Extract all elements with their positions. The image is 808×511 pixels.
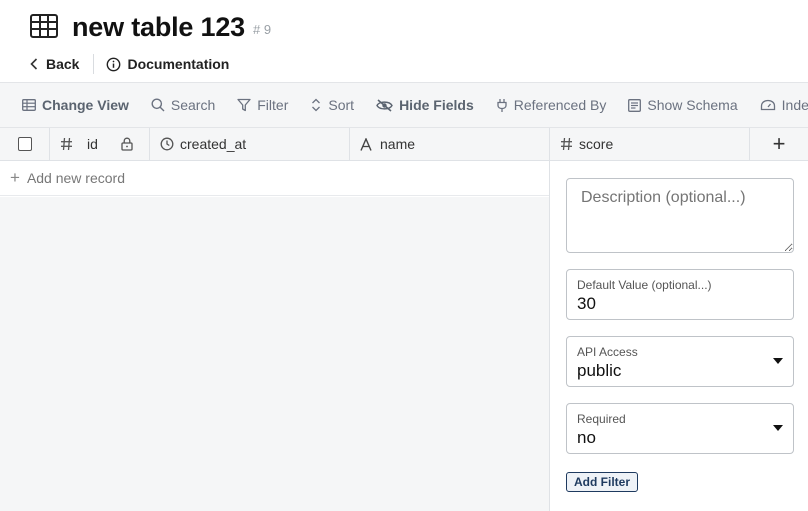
back-label: Back xyxy=(46,56,80,72)
add-filter-button[interactable]: Add Filter xyxy=(566,472,638,492)
grid-body xyxy=(0,197,549,511)
text-icon xyxy=(360,137,374,151)
column-label-name: name xyxy=(380,136,416,152)
filter-icon xyxy=(237,98,251,112)
index-icon xyxy=(760,99,775,110)
api-access-value: public xyxy=(577,361,622,380)
page-title: new table 123 xyxy=(72,11,245,42)
back-button[interactable]: Back xyxy=(30,56,79,72)
chevron-left-icon xyxy=(30,58,38,70)
header-actions: Back Documentation xyxy=(30,54,229,74)
table-icon xyxy=(22,99,36,111)
referenced-by-button[interactable]: Referenced By xyxy=(496,97,607,113)
add-column-button[interactable]: + xyxy=(750,128,808,160)
clock-icon xyxy=(160,137,174,151)
title-row: new table 123 # 9 xyxy=(30,10,271,44)
column-header-score[interactable]: score xyxy=(550,128,750,160)
sort-icon xyxy=(312,98,321,112)
schema-icon xyxy=(628,98,642,112)
select-all-cell xyxy=(0,128,50,160)
column-label-score: score xyxy=(579,136,614,152)
divider xyxy=(93,54,95,74)
table-id-badge: # 9 xyxy=(252,21,272,37)
documentation-button[interactable]: Documentation xyxy=(106,56,229,72)
show-schema-label: Show Schema xyxy=(647,97,738,113)
required-select[interactable]: Required no xyxy=(566,403,794,454)
filter-label: Filter xyxy=(257,97,289,113)
page-header: new table 123 # 9 Back Documentation xyxy=(0,0,808,82)
indexes-label: Inde xyxy=(781,97,808,113)
info-icon xyxy=(107,57,121,71)
hide-fields-button[interactable]: Hide Fields xyxy=(376,97,474,113)
description-field[interactable] xyxy=(566,178,794,253)
column-label-id: id xyxy=(87,136,98,152)
add-record-label: Add new record xyxy=(26,170,125,186)
default-value-label: Default Value (optional...) xyxy=(577,278,712,292)
grid-header: id created_at name score + xyxy=(0,128,808,161)
required-value: no xyxy=(577,428,596,447)
api-access-label: API Access xyxy=(577,345,638,359)
eye-off-icon xyxy=(376,98,393,112)
default-value-input[interactable]: 30 xyxy=(577,294,596,314)
plug-icon xyxy=(497,98,507,112)
filter-button[interactable]: Filter xyxy=(237,97,288,113)
referenced-by-label: Referenced By xyxy=(513,97,607,113)
show-schema-button[interactable]: Show Schema xyxy=(628,97,738,113)
default-value-field[interactable]: Default Value (optional...) 30 xyxy=(566,269,794,320)
column-settings-panel: Default Value (optional...) 30 API Acces… xyxy=(549,161,808,511)
required-label: Required xyxy=(577,412,626,426)
search-button[interactable]: Search xyxy=(151,97,215,113)
hide-fields-label: Hide Fields xyxy=(399,97,474,113)
plus-icon: + xyxy=(10,168,20,187)
change-view-label: Change View xyxy=(42,97,129,113)
documentation-label: Documentation xyxy=(127,56,230,72)
column-header-created-at[interactable]: created_at xyxy=(150,128,350,160)
lock-icon xyxy=(121,137,133,151)
search-label: Search xyxy=(170,97,216,113)
column-header-name[interactable]: name xyxy=(350,128,550,160)
indexes-button[interactable]: Inde xyxy=(760,97,808,113)
api-access-select[interactable]: API Access public xyxy=(566,336,794,387)
search-icon xyxy=(151,98,165,112)
table-icon xyxy=(30,14,60,40)
select-all-checkbox[interactable] xyxy=(17,137,32,151)
change-view-button[interactable]: Change View xyxy=(22,97,129,113)
hash-icon xyxy=(560,137,573,151)
caret-down-icon xyxy=(773,358,783,364)
hash-icon xyxy=(60,137,73,151)
caret-down-icon xyxy=(773,425,783,431)
sort-label: Sort xyxy=(328,97,355,113)
column-label-created-at: created_at xyxy=(180,136,247,152)
toolbar: Change View Search Filter Sort Hide Fiel… xyxy=(0,82,808,128)
sort-button[interactable]: Sort xyxy=(310,97,354,113)
column-header-id[interactable]: id xyxy=(50,128,150,160)
